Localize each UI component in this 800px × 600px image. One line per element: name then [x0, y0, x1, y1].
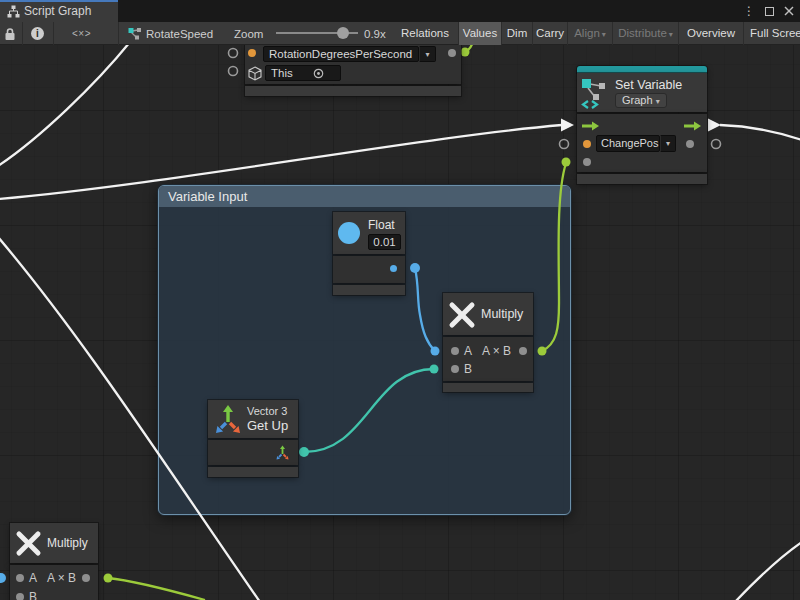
variable-kind-dropdown[interactable]: Graph ▾: [615, 93, 667, 108]
info-icon[interactable]: i: [31, 22, 44, 45]
input-b-port[interactable]: [451, 365, 459, 373]
target-object-field[interactable]: This: [265, 65, 341, 81]
multiply-node[interactable]: Multiply A A × B B: [443, 293, 533, 392]
group-title: Variable Input: [159, 186, 570, 207]
tab-title: Script Graph: [24, 4, 91, 18]
active-tab-highlight: [0, 0, 118, 2]
close-icon[interactable]: [784, 6, 794, 16]
value-input-port[interactable]: [583, 158, 591, 166]
node-color-strip: [577, 66, 707, 73]
node-title: Multiply: [47, 536, 88, 550]
output-label: A × B: [47, 571, 76, 585]
value-output-port[interactable]: [686, 140, 694, 148]
zoom-value: 0.9x: [364, 22, 386, 45]
output-label: A × B: [482, 344, 511, 358]
toolbar-button-carry[interactable]: Carry: [533, 22, 568, 45]
toolbar-button-distribute[interactable]: Distribute▾: [613, 22, 679, 45]
input-a-port[interactable]: [451, 347, 459, 355]
graph-name: RotateSpeed: [146, 28, 213, 40]
get-variable-node[interactable]: RotationDegreesPerSecond ▾ This: [245, 45, 461, 97]
float-node[interactable]: Float 0.01: [333, 212, 405, 296]
input-a-label: A: [29, 571, 37, 585]
type-label: Vector 3: [247, 405, 287, 417]
vector3-icon: [211, 402, 245, 435]
set-variable-caret[interactable]: ▾: [660, 135, 676, 152]
graph-asset-icon: [128, 27, 142, 40]
vector3-output-icon[interactable]: [274, 444, 291, 461]
float-output-port[interactable]: [390, 265, 397, 272]
toolbar-button-dim[interactable]: Dim: [502, 22, 533, 45]
input-b-port[interactable]: [16, 593, 24, 600]
toolbar-button-align[interactable]: Align▾: [568, 22, 613, 45]
tab-bar: Script Graph ⋮: [0, 0, 800, 22]
input-a-label: A: [464, 344, 472, 358]
variable-port-icon: [583, 140, 591, 148]
gameobject-cube-icon: [248, 66, 262, 81]
graph-breadcrumb[interactable]: RotateSpeed: [128, 22, 213, 45]
variable-name-dropdown[interactable]: RotationDegreesPerSecond: [263, 46, 419, 62]
toolbar-button-overview[interactable]: Overview: [679, 22, 744, 45]
input-b-label: B: [29, 590, 37, 600]
node-title: Float: [368, 218, 395, 232]
graph-toolbar: i <×> RotateSpeed Zoom 0.9x Relations Va…: [0, 22, 800, 45]
control-output-arrow[interactable]: [684, 121, 702, 131]
set-variable-icon: [581, 76, 611, 109]
node-title: Multiply: [481, 307, 523, 321]
toolbar-button-relations[interactable]: Relations: [392, 22, 459, 45]
code-view-icon[interactable]: <×>: [72, 22, 91, 45]
multiply-node-bottom[interactable]: Multiply A A × B B: [10, 523, 98, 600]
set-variable-name-dropdown[interactable]: ChangePos: [596, 135, 660, 152]
object-picker-icon[interactable]: [313, 68, 324, 79]
variable-port-icon: [248, 49, 256, 57]
tab-script-graph[interactable]: Script Graph: [0, 0, 118, 22]
get-up-node[interactable]: Vector 3 Get Up: [208, 400, 298, 477]
multiply-icon: [15, 530, 42, 557]
toolbar-button-values[interactable]: Values: [459, 22, 502, 45]
value-output-port[interactable]: [448, 49, 456, 57]
node-title: Get Up: [247, 418, 288, 433]
zoom-slider-thumb[interactable]: [337, 27, 349, 39]
input-a-port[interactable]: [16, 574, 24, 582]
zoom-label: Zoom: [234, 22, 263, 45]
output-port[interactable]: [82, 574, 90, 582]
control-input-arrow[interactable]: [582, 121, 600, 131]
float-value-input[interactable]: 0.01: [368, 234, 401, 250]
multiply-icon: [448, 301, 476, 329]
lock-icon[interactable]: [4, 22, 16, 45]
float-type-icon: [338, 222, 360, 244]
node-title: Set Variable: [615, 78, 682, 92]
set-variable-node[interactable]: Set Variable Graph ▾ ChangePos ▾: [577, 66, 707, 184]
variable-dropdown-caret[interactable]: ▾: [419, 46, 436, 62]
output-port[interactable]: [519, 347, 527, 355]
input-b-label: B: [464, 362, 472, 376]
menu-kebab-icon[interactable]: ⋮: [743, 4, 755, 18]
script-graph-icon: [7, 5, 20, 18]
toolbar-button-fullscreen[interactable]: Full Screen: [744, 22, 800, 45]
maximize-icon[interactable]: [765, 7, 774, 16]
